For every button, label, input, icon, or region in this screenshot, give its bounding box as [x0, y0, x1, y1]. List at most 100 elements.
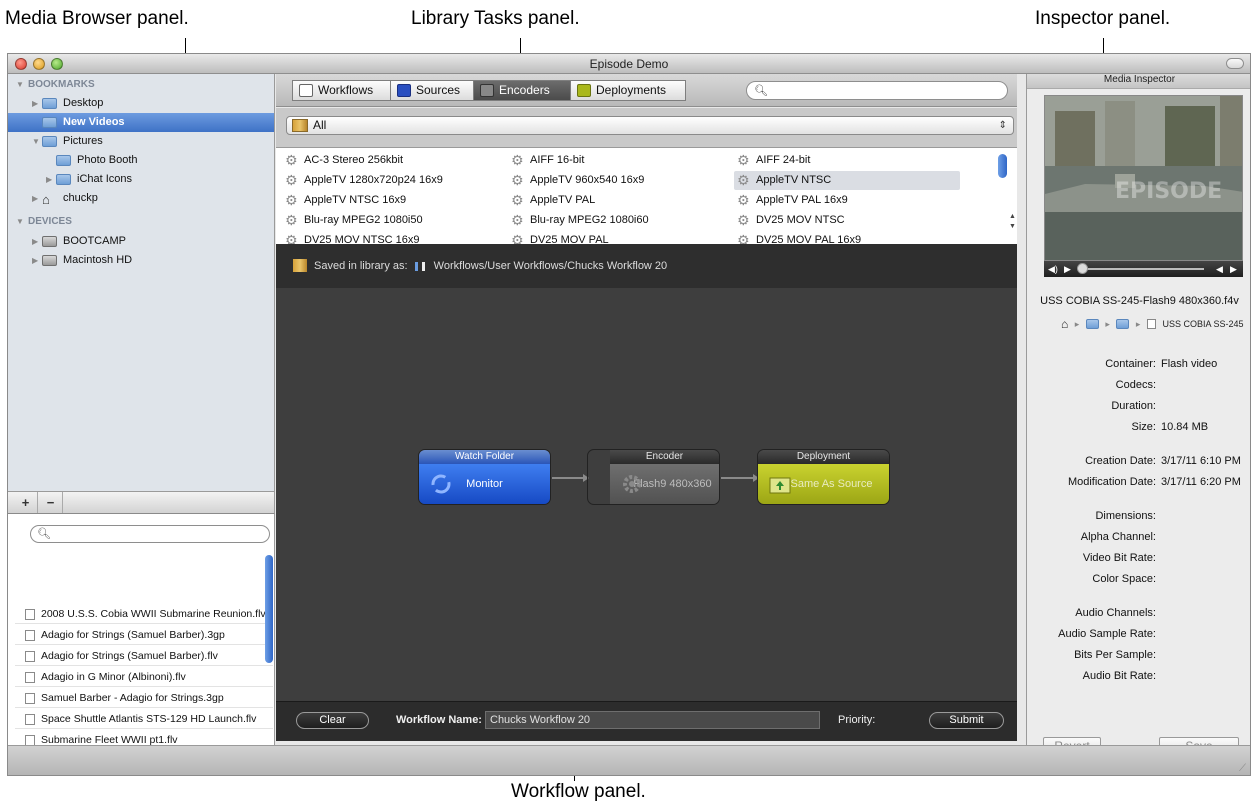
bits-per-sample-key: Bits Per Sample:: [1074, 649, 1156, 661]
encoder-label: AIFF 16-bit: [530, 154, 585, 166]
library-search-input[interactable]: 🔍︎: [746, 81, 1008, 100]
home-icon[interactable]: ⌂: [1061, 317, 1068, 331]
disclosure-triangle-icon[interactable]: ▶: [46, 170, 52, 189]
resize-grip-icon[interactable]: ⟋: [1239, 763, 1246, 774]
search-icon: 🔍︎: [754, 85, 768, 97]
encoder-label: AppleTV 960x540 16x9: [530, 174, 645, 186]
encoder-item[interactable]: ⚙ AIFF 24-bit: [734, 151, 810, 170]
tab-encoders[interactable]: Encoders: [473, 80, 571, 101]
audio-bit-rate-key: Audio Bit Rate:: [1082, 670, 1156, 682]
encoder-item[interactable]: ⚙ AIFF 16-bit: [508, 151, 584, 170]
submit-button[interactable]: Submit: [929, 712, 1004, 729]
gear-icon: ⚙: [285, 212, 298, 228]
disclosure-triangle-icon[interactable]: ▶: [32, 189, 38, 208]
callout-media-browser: Media Browser panel.: [5, 8, 189, 29]
tab-deployments[interactable]: Deployments: [570, 80, 686, 101]
watch-folder-node[interactable]: Watch Folder Monitor: [418, 449, 551, 505]
tab-sources[interactable]: Sources: [390, 80, 474, 101]
tab-label: Encoders: [499, 83, 550, 97]
workflow-name-input[interactable]: Chucks Workflow 20: [485, 711, 820, 729]
app-window: Episode Demo ▼ BOOKMARKS ▶ Desktop New V…: [7, 53, 1251, 776]
encoder-item[interactable]: ⚙ AppleTV 1280x720p24 16x9: [282, 171, 443, 190]
dimensions-key: Dimensions:: [1095, 510, 1156, 522]
step-forward-icon[interactable]: ▶︎: [1230, 261, 1237, 277]
encoder-item[interactable]: ⚙ AppleTV NTSC: [734, 171, 960, 190]
gear-icon: ⚙: [737, 152, 750, 168]
folder-icon[interactable]: [1085, 319, 1099, 329]
video-frame-image: EPISODE: [1045, 96, 1242, 260]
node-title: Watch Folder: [419, 450, 550, 464]
tab-workflows[interactable]: Workflows: [292, 80, 391, 101]
remove-button[interactable]: −: [39, 492, 63, 513]
sidebar-item-ichat-icons[interactable]: ▶ iChat Icons: [8, 170, 274, 189]
play-icon[interactable]: ▶: [1064, 261, 1071, 277]
sidebar-item-desktop[interactable]: ▶ Desktop: [8, 94, 274, 113]
media-list-item[interactable]: Samuel Barber - Adagio for Strings.3gp: [15, 689, 273, 708]
gear-icon: ⚙: [737, 232, 750, 244]
encoder-item[interactable]: ⚙ AppleTV PAL: [508, 191, 595, 210]
tab-label: Deployments: [596, 83, 667, 97]
sidebar-item-photo-booth[interactable]: Photo Booth: [8, 151, 274, 170]
media-list-item[interactable]: Space Shuttle Atlantis STS-129 HD Launch…: [15, 710, 273, 729]
encoder-item[interactable]: ⚙ AppleTV PAL 16x9: [734, 191, 848, 210]
clear-button[interactable]: Clear: [296, 712, 369, 729]
sidebar-item-bootcamp[interactable]: ▶ BOOTCAMP: [8, 232, 274, 251]
sidebar-item-new-videos[interactable]: New Videos: [8, 113, 274, 132]
volume-icon[interactable]: ◀︎): [1048, 261, 1058, 277]
node-title: Deployment: [758, 450, 889, 464]
disclosure-triangle-icon[interactable]: ▶: [32, 94, 38, 113]
sidebar-item-pictures[interactable]: ▼ Pictures: [8, 132, 274, 151]
encoder-item[interactable]: ⚙ DV25 MOV PAL: [508, 231, 609, 244]
add-button[interactable]: +: [14, 492, 38, 513]
home-icon: ⌂: [42, 192, 50, 207]
video-file-icon: [25, 609, 35, 620]
encoder-item[interactable]: ⚙ AppleTV NTSC 16x9: [282, 191, 406, 210]
toolbar-toggle-button[interactable]: [1226, 58, 1244, 69]
encoder-list: ▲ ▼ ⚙ AC-3 Stereo 256kbit ⚙ AIFF 16-bit ⚙ AIFF…: [276, 148, 1017, 244]
encoder-item[interactable]: ⚙ DV25 MOV NTSC: [734, 211, 845, 230]
audio-sample-rate-key: Audio Sample Rate:: [1058, 628, 1156, 640]
encoder-item[interactable]: ⚙ AppleTV 960x540 16x9: [508, 171, 644, 190]
media-list-item[interactable]: Adagio for Strings (Samuel Barber).flv: [15, 647, 273, 666]
folder-icon: [42, 98, 57, 109]
media-list-item[interactable]: Adagio for Strings (Samuel Barber).3gp: [15, 626, 273, 645]
folder-icon: [56, 174, 71, 185]
chevron-right-icon: ▸: [1074, 318, 1080, 329]
sidebar-item-chuckp[interactable]: ▶ ⌂ chuckp: [8, 189, 274, 208]
category-select[interactable]: All ⇕: [286, 116, 1014, 135]
video-file-icon: [25, 693, 35, 704]
disclosure-triangle-icon[interactable]: ▶: [32, 232, 38, 251]
deployment-node[interactable]: Deployment Same As Source: [757, 449, 890, 505]
sidebar-item-macintosh-hd[interactable]: ▶ Macintosh HD: [8, 251, 274, 270]
step-back-icon[interactable]: ◀︎︎: [1216, 261, 1223, 277]
encoder-label: DV25 MOV NTSC: [756, 214, 845, 226]
encoder-node[interactable]: Encoder Flash9 480x360: [587, 449, 720, 505]
folder-icon[interactable]: [1116, 319, 1130, 329]
alpha-channel-key: Alpha Channel:: [1080, 531, 1156, 543]
encoder-item[interactable]: ⚙ DV25 MOV NTSC 16x9: [282, 231, 420, 244]
saved-path: Workflows/User Workflows/Chucks Workflow…: [433, 260, 668, 272]
sidebar-item-label: BOOTCAMP: [63, 235, 126, 247]
encoder-item[interactable]: ⚙ DV25 MOV PAL 16x9: [734, 231, 861, 244]
video-file-icon: [25, 714, 35, 725]
gear-icon: ⚙: [737, 212, 750, 228]
media-list-item[interactable]: Adagio in G Minor (Albinoni).flv: [15, 668, 273, 687]
crumb-file[interactable]: USS COBIA SS-245: [1162, 319, 1243, 329]
watermark-text: EPISODE: [1115, 179, 1222, 204]
media-list-scrollbar[interactable]: [265, 555, 273, 663]
disclosure-triangle-icon[interactable]: ▼: [16, 80, 24, 89]
scroll-arrows-icon[interactable]: ▲ ▼: [1008, 212, 1017, 240]
media-list-item[interactable]: 2008 U.S.S. Cobia WWII Submarine Reunion…: [15, 605, 273, 624]
encoder-list-scrollbar[interactable]: [998, 154, 1007, 178]
disclosure-triangle-icon[interactable]: ▶: [32, 251, 38, 270]
encoder-label: DV25 MOV PAL: [530, 234, 609, 244]
video-scrubber[interactable]: [1084, 268, 1204, 270]
disclosure-triangle-icon[interactable]: ▼: [32, 132, 40, 151]
callout-workflow: Workflow panel.: [511, 781, 646, 802]
encoder-item[interactable]: ⚙ Blu-ray MPEG2 1080i50: [282, 211, 423, 230]
media-search-input[interactable]: 🔍︎: [30, 525, 270, 543]
scrubber-knob[interactable]: [1077, 263, 1088, 274]
disclosure-triangle-icon[interactable]: ▼: [16, 217, 24, 226]
encoder-item[interactable]: ⚙ AC-3 Stereo 256kbit: [282, 151, 403, 170]
encoder-item[interactable]: ⚙ Blu-ray MPEG2 1080i60: [508, 211, 649, 230]
